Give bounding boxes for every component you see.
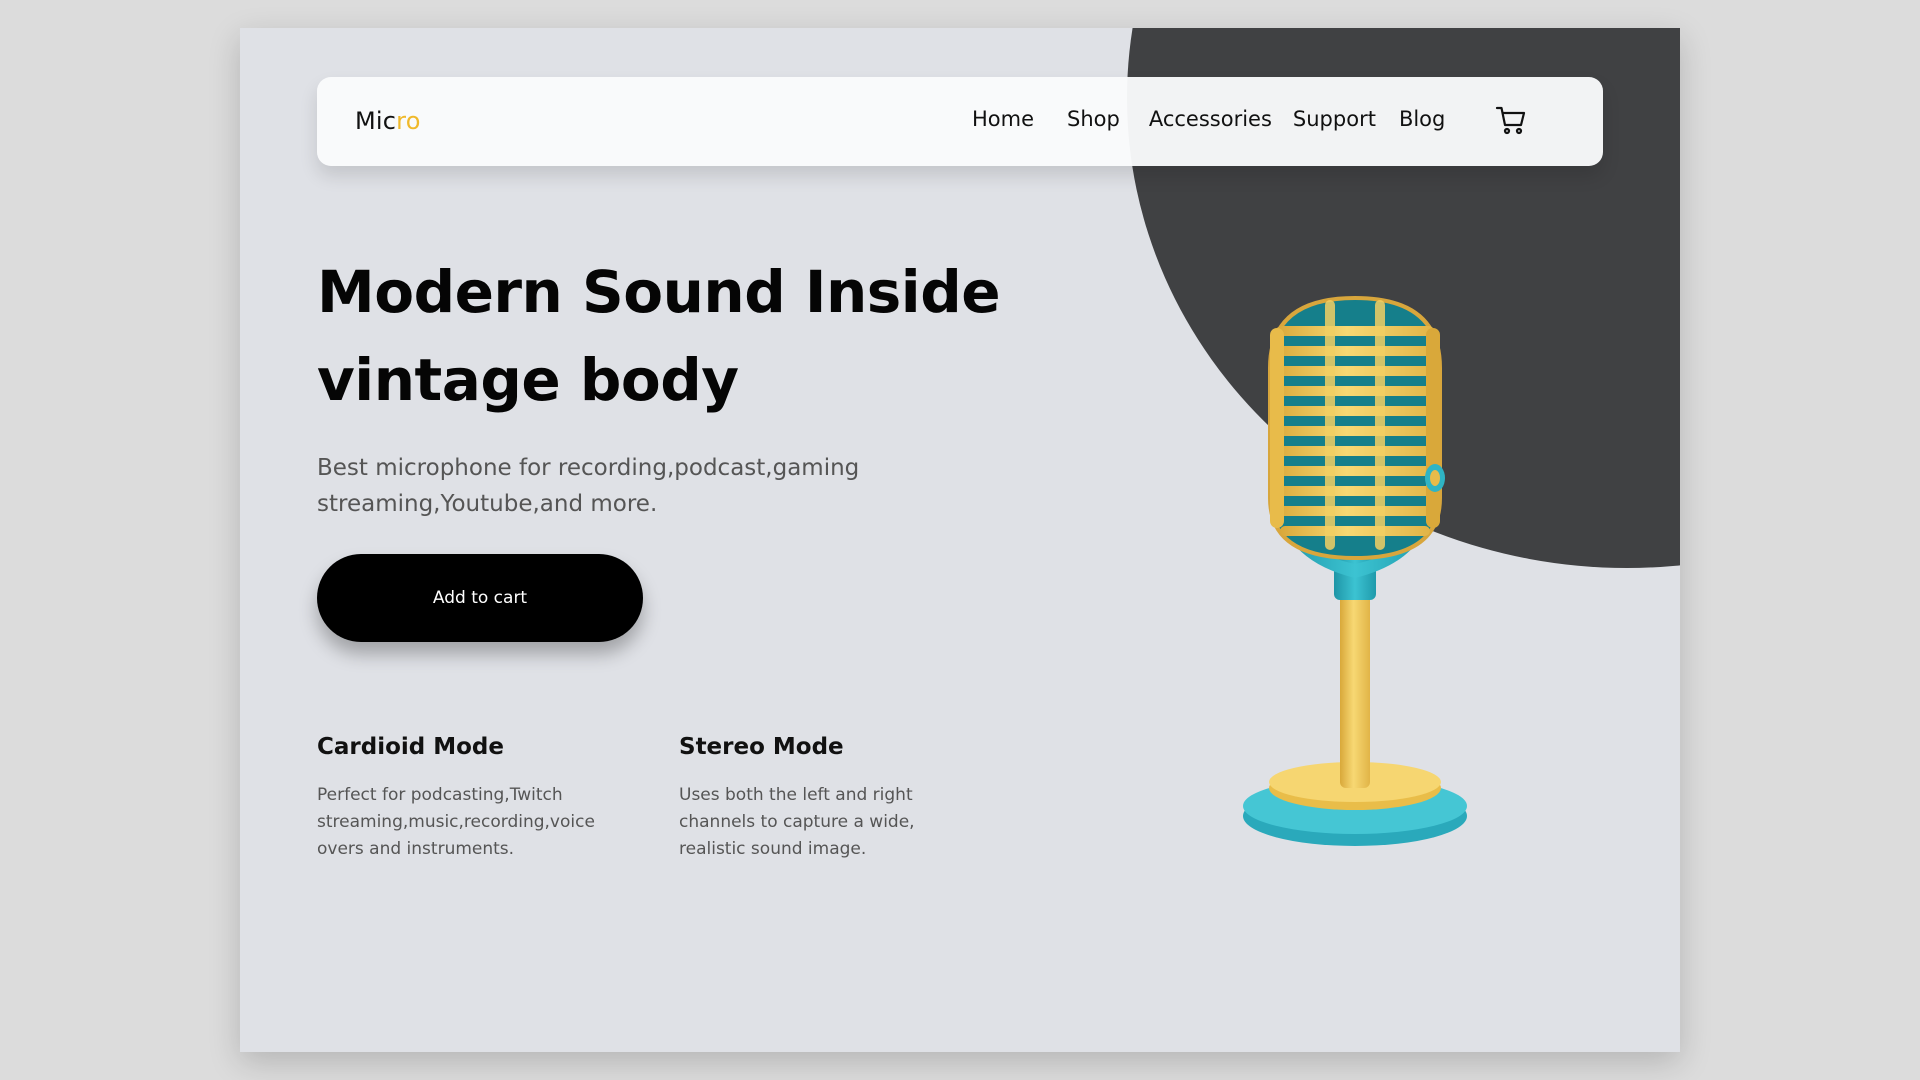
shopping-cart-icon (1495, 106, 1526, 135)
feature-title: Stereo Mode (679, 734, 844, 760)
add-to-cart-button[interactable]: Add to cart (317, 554, 643, 642)
landing-page: Micro Home Shop Accessories Support Blog… (240, 28, 1680, 1052)
logo-text: Mic (355, 107, 397, 135)
nav-link-shop[interactable]: Shop (1067, 107, 1120, 137)
nav-links: Home Shop Accessories Support Blog (972, 107, 1445, 137)
feature-description: Uses both the left and right channels to… (679, 785, 915, 859)
nav-link-home[interactable]: Home (972, 107, 1034, 137)
nav-link-blog[interactable]: Blog (1399, 107, 1445, 137)
hero-subtitle: Best microphone for recording,podcast,ga… (317, 455, 860, 517)
navbar: Micro Home Shop Accessories Support Blog (317, 77, 1603, 166)
hero-title: Modern Sound Inside vintage body (317, 248, 1077, 424)
cart-button[interactable] (1494, 103, 1528, 137)
feature-cardioid-mode: Cardioid Mode Perfect for podcasting,Twi… (317, 734, 637, 863)
hero-title-line-2: vintage body (317, 346, 739, 414)
feature-title: Cardioid Mode (317, 734, 504, 760)
logo[interactable]: Micro (355, 107, 421, 135)
feature-description: Perfect for podcasting,Twitch streaming,… (317, 785, 595, 859)
vintage-microphone-illustration (1243, 295, 1467, 846)
feature-stereo-mode: Stereo Mode Uses both the left and right… (679, 734, 999, 863)
hero-title-line-1: Modern Sound Inside (317, 258, 1001, 326)
nav-link-support[interactable]: Support (1293, 107, 1376, 137)
nav-link-accessories[interactable]: Accessories (1149, 107, 1272, 137)
logo-accent-text: ro (396, 107, 421, 135)
